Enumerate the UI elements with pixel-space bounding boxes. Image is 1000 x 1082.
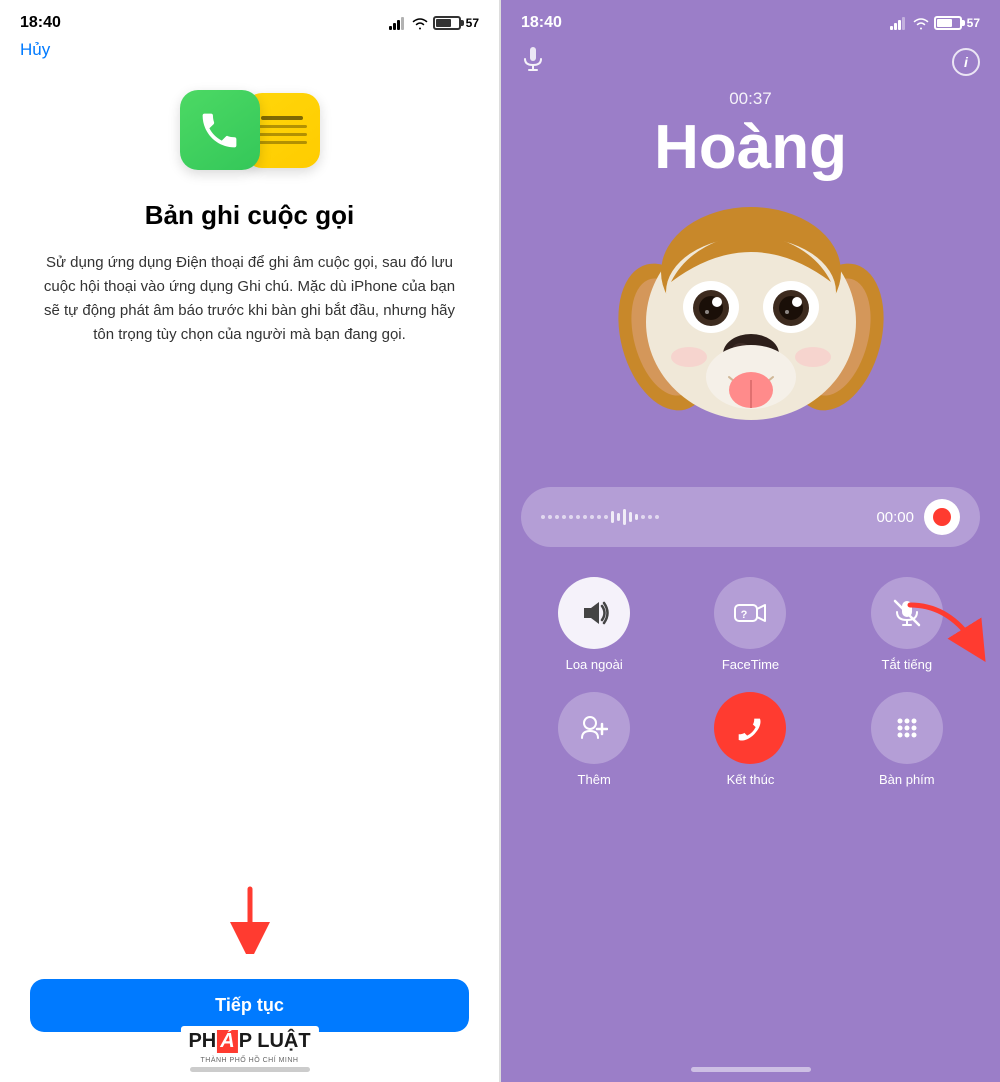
end-call-icon	[734, 714, 766, 742]
speaker-button[interactable]: Loa ngoài	[526, 577, 662, 672]
add-label: Thêm	[578, 772, 611, 787]
add-circle	[558, 692, 630, 764]
watermark-sub: THÀNH PHỐ HỒ CHÍ MINH	[180, 1057, 318, 1064]
voice-icon	[521, 45, 545, 73]
speaker-circle	[558, 577, 630, 649]
right-home-indicator	[691, 1067, 811, 1072]
record-button[interactable]	[924, 499, 960, 535]
left-status-bar: 18:40 57	[0, 0, 499, 40]
waveform	[541, 509, 876, 525]
right-wifi-icon	[913, 17, 929, 30]
right-battery-text: 57	[967, 16, 980, 30]
left-title: Bản ghi cuộc gọi	[145, 200, 354, 231]
facetime-icon: ?	[734, 599, 766, 627]
signal-icon	[389, 17, 407, 30]
right-status-bar: 18:40 57	[501, 0, 1000, 40]
end-call-button[interactable]: Kết thúc	[682, 692, 818, 787]
left-status-icons: 57	[389, 16, 479, 30]
right-arrow-record	[890, 595, 990, 675]
right-panel: 18:40 57	[501, 0, 1000, 1082]
battery-text: 57	[466, 16, 479, 30]
dog-svg	[611, 192, 891, 472]
continue-button[interactable]: Tiếp tục	[30, 979, 469, 1032]
left-home-indicator	[190, 1067, 310, 1072]
facetime-button[interactable]: ? FaceTime	[682, 577, 818, 672]
left-panel: 18:40 57 Hủy	[0, 0, 499, 1082]
end-call-circle	[714, 692, 786, 764]
call-timer: 00:37	[501, 89, 1000, 109]
facetime-circle: ?	[714, 577, 786, 649]
dog-memoji	[611, 192, 891, 472]
watermark: PH Á P LUẬT THÀNH PHỐ HỒ CHÍ MINH	[180, 1026, 318, 1064]
record-dot	[933, 508, 951, 526]
speaker-icon	[579, 598, 609, 628]
watermark-ph: PH	[188, 1030, 216, 1053]
keypad-circle	[871, 692, 943, 764]
mic-icon	[521, 45, 545, 79]
arrow-down-left	[220, 884, 280, 954]
svg-text:?: ?	[741, 609, 748, 621]
wifi-icon	[412, 17, 428, 30]
recording-bar: 00:00	[521, 487, 980, 547]
cancel-button[interactable]: Hủy	[0, 40, 499, 70]
right-header: i	[501, 40, 1000, 84]
speaker-label: Loa ngoài	[566, 657, 623, 672]
add-button[interactable]: Thêm	[526, 692, 662, 787]
caller-name: Hoàng	[521, 114, 980, 182]
info-button[interactable]: i	[952, 48, 980, 76]
watermark-pluat: P LUẬT	[239, 1030, 311, 1053]
right-status-icons: 57	[890, 16, 980, 30]
end-call-label: Kết thúc	[727, 772, 775, 787]
phone-app-icon	[180, 90, 260, 170]
left-time: 18:40	[20, 14, 61, 32]
right-battery-icon	[934, 16, 962, 30]
right-time: 18:40	[521, 14, 562, 32]
right-signal-icon	[890, 17, 908, 30]
keypad-label: Bàn phím	[879, 772, 935, 787]
left-content: Bản ghi cuộc gọi Sử dụng ứng dụng Điện t…	[0, 70, 499, 959]
facetime-label: FaceTime	[722, 657, 779, 672]
battery-icon	[433, 16, 461, 30]
phone-icon	[197, 108, 242, 153]
watermark-a: Á	[217, 1030, 237, 1053]
add-icon	[580, 714, 608, 742]
rec-timer: 00:00	[876, 509, 914, 526]
keypad-icon	[893, 714, 921, 742]
keypad-button[interactable]: Bàn phím	[839, 692, 975, 787]
app-icons	[180, 90, 320, 170]
left-description: Sử dụng ứng dụng Điện thoại để ghi âm cu…	[40, 251, 459, 347]
